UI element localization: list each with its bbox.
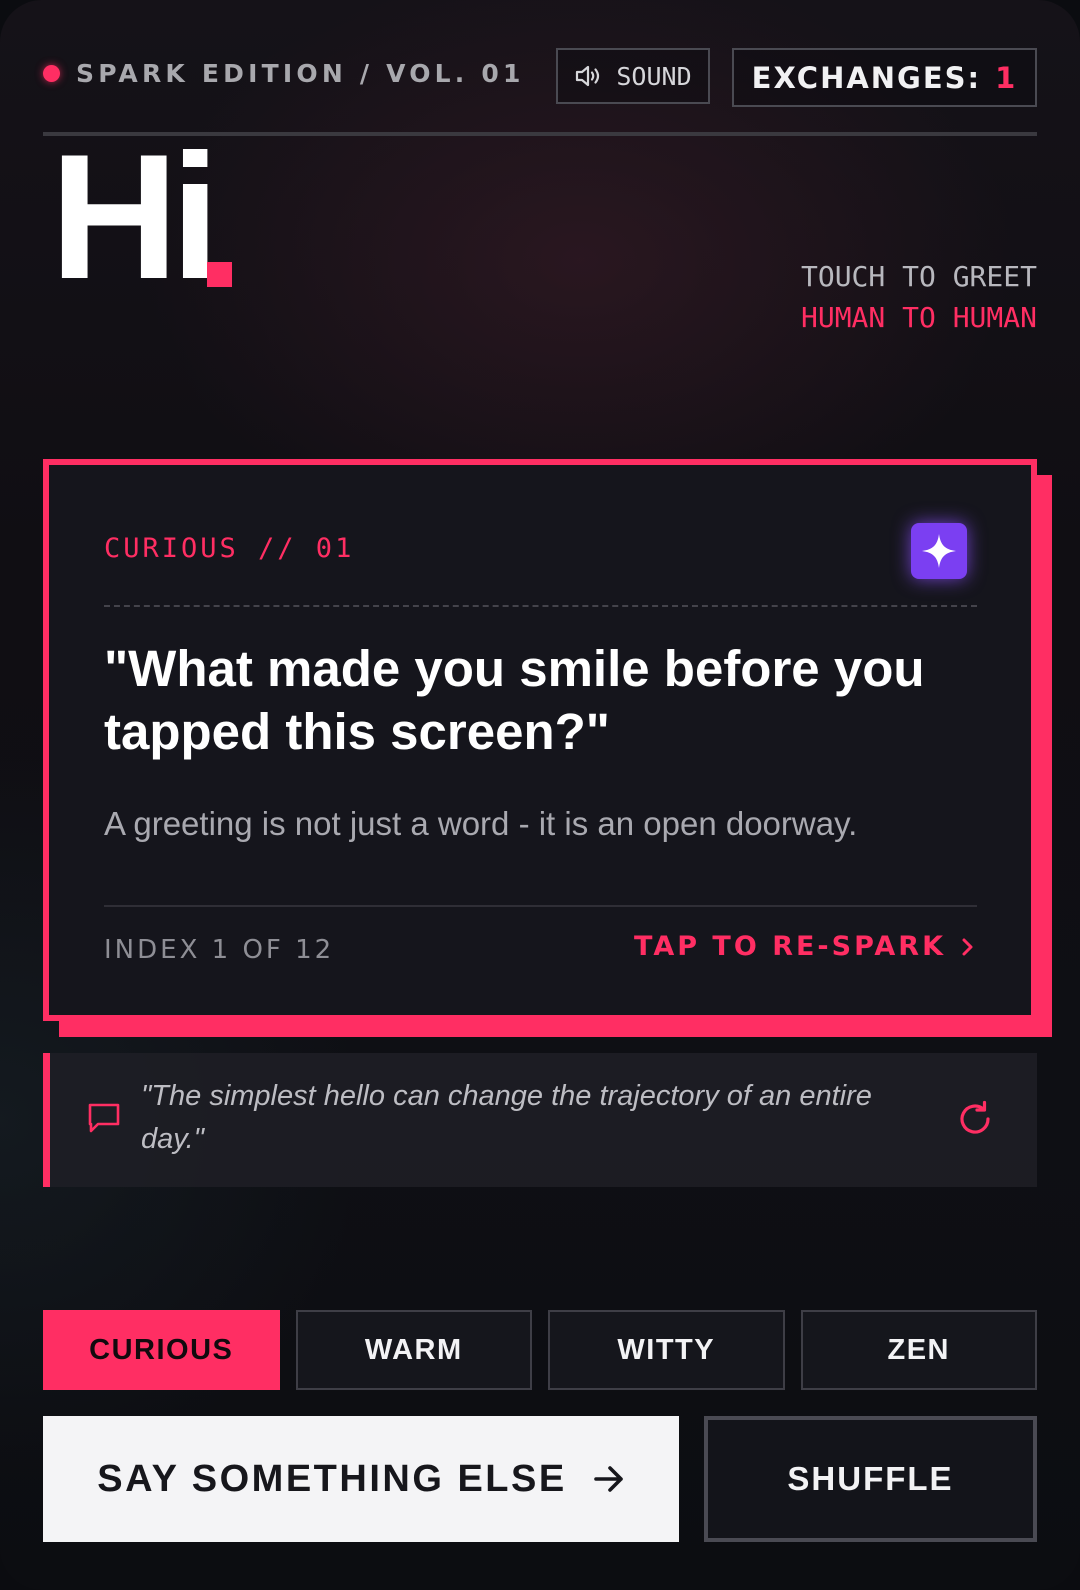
tagline-line-2: HUMAN TO HUMAN — [800, 301, 1037, 334]
shuffle-button[interactable]: SHUFFLE — [704, 1416, 1037, 1542]
chevron-right-icon — [962, 938, 973, 955]
speaker-icon — [576, 65, 600, 87]
arrow-right-icon — [593, 1466, 623, 1492]
mood-tabs: CURIOUS WARM WITTY ZEN — [43, 1310, 1037, 1390]
tab-warm[interactable]: WARM — [295, 1310, 532, 1390]
exchanges-label: EXCHANGES: — [751, 60, 982, 95]
exchanges-counter: EXCHANGES: 1 — [732, 48, 1037, 107]
greeting-card[interactable]: CURIOUS // 01 "What made you smile befor… — [43, 459, 1037, 1021]
greeting-subtext: A greeting is not just a word - it is an… — [104, 805, 858, 842]
sparkle-button[interactable] — [911, 523, 967, 579]
card-dashed-divider — [104, 605, 977, 607]
greeting-question: "What made you smile before you tapped t… — [104, 640, 925, 760]
tagline-line-1: TOUCH TO GREET — [800, 260, 1037, 293]
exchanges-count: 1 — [995, 60, 1018, 95]
tab-curious[interactable]: CURIOUS — [43, 1310, 280, 1390]
say-something-else-button[interactable]: SAY SOMETHING ELSE — [43, 1416, 679, 1542]
app-screen: SPARK EDITION / VOL. 01 SOUND EXCHANGES:… — [0, 0, 1080, 1590]
top-bar: SPARK EDITION / VOL. 01 SOUND EXCHANGES:… — [43, 47, 1037, 107]
card-category: CURIOUS // 01 — [104, 533, 355, 564]
sound-label: SOUND — [616, 61, 692, 91]
chat-bubble-icon — [88, 1103, 120, 1133]
tab-witty[interactable]: WITTY — [548, 1310, 785, 1390]
quote-text: "The simplest hello can change the traje… — [141, 1080, 872, 1155]
respark-link[interactable]: TAP TO RE-SPARK — [634, 931, 976, 962]
sparkle-icon — [922, 534, 956, 568]
say-something-else-label: SAY SOMETHING ELSE — [97, 1457, 567, 1500]
refresh-icon[interactable] — [955, 1099, 995, 1139]
hero-title: Hi — [50, 117, 220, 316]
tab-zen[interactable]: ZEN — [800, 1310, 1037, 1390]
tagline: TOUCH TO GREET HUMAN TO HUMAN — [801, 256, 1037, 338]
live-dot-icon — [43, 65, 60, 82]
edition-badge: SPARK EDITION / VOL. 01 — [43, 59, 525, 88]
card-divider — [104, 905, 977, 907]
quote-strip: "The simplest hello can change the traje… — [43, 1053, 1037, 1187]
edition-label: SPARK EDITION / VOL. 01 — [76, 59, 525, 88]
sound-button[interactable]: SOUND — [556, 48, 710, 104]
hero-accent-square — [207, 262, 232, 287]
respark-label: TAP TO RE-SPARK — [634, 931, 946, 962]
card-index: INDEX 1 OF 12 — [104, 935, 335, 965]
